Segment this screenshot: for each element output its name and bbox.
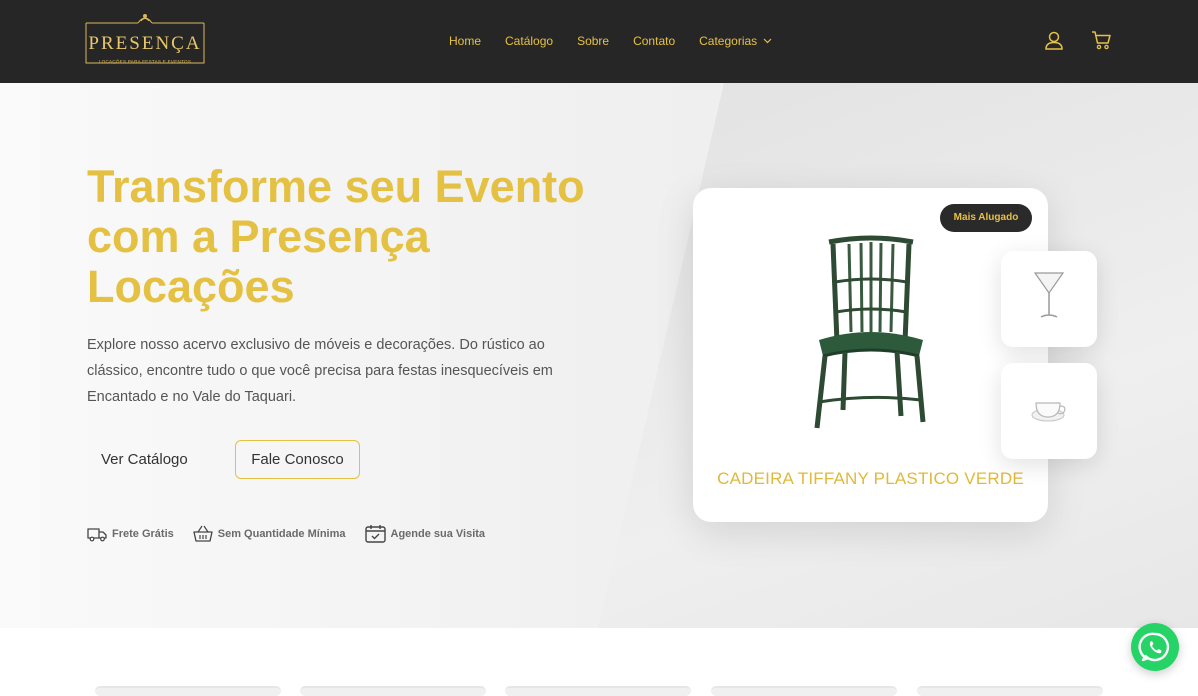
fale-conosco-button[interactable]: Fale Conosco xyxy=(235,440,360,479)
hero-description: Explore nosso acervo exclusivo de móveis… xyxy=(87,337,553,405)
main-nav: Home Catálogo Sobre Contato Categorias xyxy=(449,33,796,49)
cart-icon[interactable] xyxy=(1090,29,1112,51)
logo-tagline: LOCAÇÕES PARA FESTAS E EVENTOS xyxy=(98,59,192,64)
logo-text: PRESENÇA xyxy=(88,33,202,54)
product-name: CADEIRA TIFFANY PLASTICO VERDE xyxy=(717,469,1024,488)
teacup-icon xyxy=(1031,402,1066,422)
category-card[interactable] xyxy=(711,686,897,696)
category-card[interactable] xyxy=(95,686,281,696)
feature-agende-visita: Agende sua Visita xyxy=(364,524,486,543)
thumbnail-martini-glass[interactable] xyxy=(1001,251,1097,347)
hero-section: Transforme seu Evento com a Presença Loc… xyxy=(0,83,1198,628)
nav-sobre[interactable]: Sobre xyxy=(577,33,609,49)
mais-alugado-badge: Mais Alugado xyxy=(940,204,1032,232)
nav-categorias[interactable]: Categorias xyxy=(699,33,772,49)
martini-glass-icon xyxy=(1033,272,1065,318)
calendar-check-icon xyxy=(364,525,386,543)
category-card[interactable] xyxy=(505,686,691,696)
nav-contato[interactable]: Contato xyxy=(633,33,675,49)
chevron-down-icon xyxy=(763,38,772,44)
whatsapp-button[interactable] xyxy=(1131,623,1179,671)
hero-title: Transforme seu Evento com a Presença Loc… xyxy=(87,161,585,312)
thumbnail-teacup[interactable] xyxy=(1001,363,1097,459)
logo[interactable]: PRESENÇA LOCAÇÕES PARA FESTAS E EVENTOS xyxy=(84,13,206,67)
site-header: PRESENÇA LOCAÇÕES PARA FESTAS E EVENTOS … xyxy=(0,0,1198,83)
whatsapp-icon xyxy=(1138,632,1170,662)
feature-frete-gratis: Frete Grátis xyxy=(87,526,174,542)
feature-label: Frete Grátis xyxy=(112,527,174,540)
featured-product-card[interactable]: Mais Alugado CADEIRA TIFFANY PLASTICO VE… xyxy=(693,188,1048,522)
product-image-chair xyxy=(814,235,926,429)
categories-section xyxy=(0,628,1198,696)
basket-icon xyxy=(193,525,213,542)
truck-icon xyxy=(87,527,107,541)
hero-features: Frete Grátis Sem Quantidade Mínima Agend… xyxy=(87,524,504,543)
feature-label: Agende sua Visita xyxy=(390,527,486,540)
feature-label: Sem Quantidade Mínima xyxy=(217,527,346,540)
user-icon[interactable] xyxy=(1043,29,1065,51)
nav-categorias-label: Categorias xyxy=(699,34,758,48)
feature-sem-quantidade-minima: Sem Quantidade Mínima xyxy=(193,525,346,543)
category-card[interactable] xyxy=(917,686,1103,696)
ver-catalogo-button[interactable]: Ver Catálogo xyxy=(87,440,202,479)
nav-home[interactable]: Home xyxy=(449,33,481,49)
category-card[interactable] xyxy=(300,686,486,696)
nav-catalogo[interactable]: Catálogo xyxy=(505,33,553,49)
